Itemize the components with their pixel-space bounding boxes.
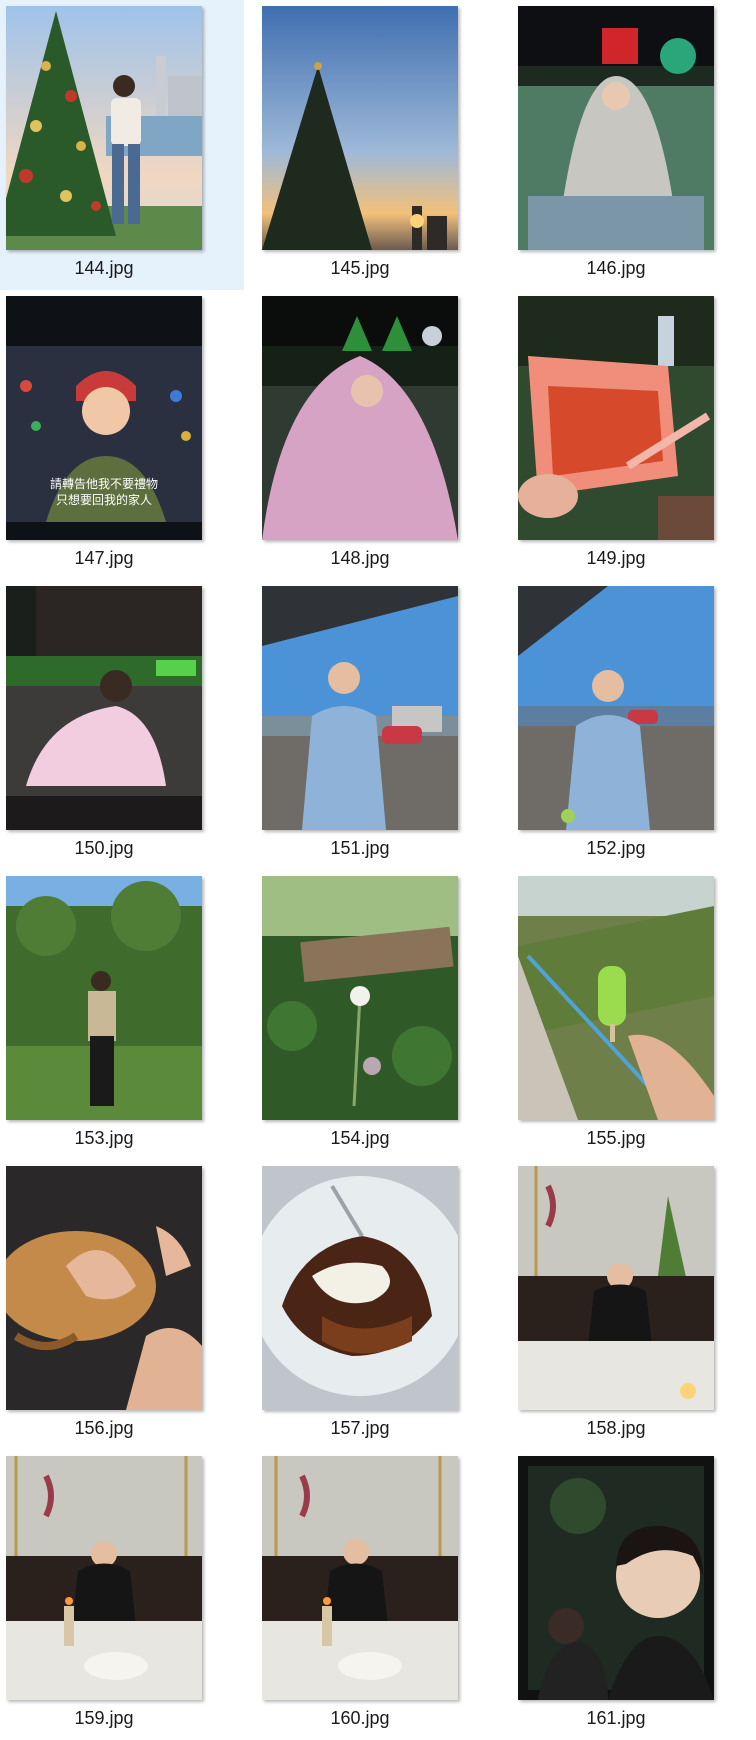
photo-movie-screen-child-icon[interactable]: 請轉告他我不要禮物 只想要回我的家人 [6,296,202,540]
file-name-label: 150.jpg [74,838,134,858]
file-name-label: 153.jpg [74,1128,134,1148]
photo-outdoor-cinema-icon[interactable] [6,586,202,830]
file-tile[interactable]: 144.jpg [0,0,244,290]
photo-orange-cat-icon[interactable] [6,1166,202,1410]
file-name-label: 157.jpg [330,1418,390,1438]
photo-person-pink-blanket-icon[interactable] [262,296,458,540]
movie-subtitle-line: 只想要回我的家人 [56,492,152,507]
file-tile[interactable]: 156.jpg [0,1160,244,1450]
file-name-label: 146.jpg [586,258,646,278]
photo-restaurant-dinner-icon[interactable] [518,1166,714,1410]
file-tile[interactable]: 149.jpg [512,290,756,580]
file-tile[interactable]: 155.jpg [512,870,756,1160]
file-tile[interactable]: 161.jpg [512,1450,756,1740]
file-tile[interactable]: 158.jpg [512,1160,756,1450]
photo-christmas-tree-harbor-icon[interactable] [6,6,202,250]
file-name-label: 159.jpg [74,1708,134,1728]
file-tile[interactable]: 請轉告他我不要禮物 只想要回我的家人 147.jpg [0,290,244,580]
photo-man-blue-shirt-rail-icon[interactable] [518,586,714,830]
photo-green-popsicle-icon[interactable] [518,876,714,1120]
file-name-label: 152.jpg [586,838,646,858]
file-name-label: 149.jpg [586,548,646,568]
photo-noodle-bowl-icon[interactable] [518,296,714,540]
movie-subtitle-line: 請轉告他我不要禮物 [50,477,158,491]
file-name-label: 158.jpg [586,1418,646,1438]
file-tile[interactable]: 151.jpg [256,580,500,870]
file-tile[interactable]: 148.jpg [256,290,500,580]
file-name-label: 160.jpg [330,1708,390,1728]
file-name-label: 144.jpg [74,258,134,278]
file-tile[interactable]: 153.jpg [0,870,244,1160]
photo-man-in-garden-icon[interactable] [6,876,202,1120]
file-tile[interactable]: 150.jpg [0,580,244,870]
file-grid: 144.jpg 145.jpg 146.jpg 請轉告他我不要禮物 只想要回我的… [0,0,756,1728]
file-name-label: 151.jpg [330,838,390,858]
file-name-label: 148.jpg [330,548,390,568]
photo-person-in-blanket-icon[interactable] [518,6,714,250]
photo-restaurant-birthday-icon[interactable] [6,1456,202,1700]
file-tile[interactable]: 159.jpg [0,1450,244,1740]
photo-dandelion-garden-icon[interactable] [262,876,458,1120]
file-name-label: 145.jpg [330,258,390,278]
file-name-label: 161.jpg [586,1708,646,1728]
file-name-label: 147.jpg [74,548,134,568]
photo-selfie-dark-icon[interactable] [518,1456,714,1700]
file-tile[interactable]: 160.jpg [256,1450,500,1740]
file-tile[interactable]: 152.jpg [512,580,756,870]
file-tile[interactable]: 154.jpg [256,870,500,1160]
file-name-label: 156.jpg [74,1418,134,1438]
photo-tree-silhouette-sunset-icon[interactable] [262,6,458,250]
photo-restaurant-birthday-2-icon[interactable] [262,1456,458,1700]
file-tile[interactable]: 157.jpg [256,1160,500,1450]
file-name-label: 154.jpg [330,1128,390,1148]
photo-chocolate-cake-icon[interactable] [262,1166,458,1410]
file-tile[interactable]: 145.jpg [256,0,500,290]
photo-man-blue-shirt-icon[interactable] [262,586,458,830]
file-tile[interactable]: 146.jpg [512,0,756,290]
file-name-label: 155.jpg [586,1128,646,1148]
